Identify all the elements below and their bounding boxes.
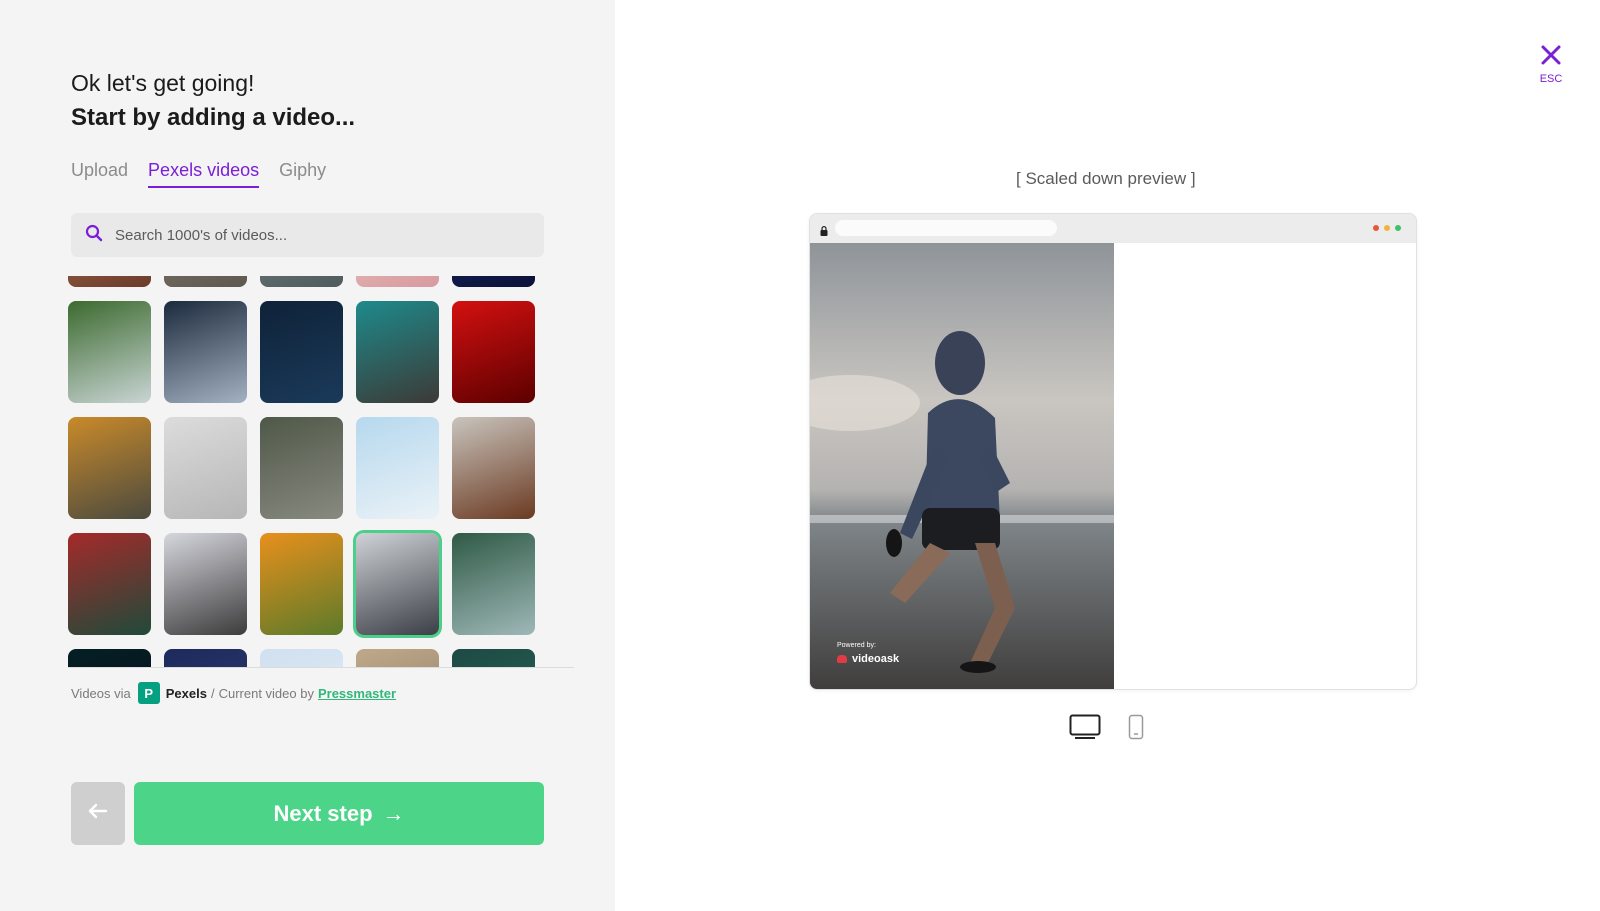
- author-link[interactable]: Pressmaster: [318, 686, 396, 701]
- address-bar: [835, 220, 1057, 236]
- video-thumbnail[interactable]: [260, 533, 343, 635]
- video-thumbnail[interactable]: [356, 417, 439, 519]
- tab-pexels-videos[interactable]: Pexels videos: [148, 160, 260, 188]
- video-thumbnail[interactable]: [68, 649, 151, 667]
- source-tabs: Upload Pexels videos Giphy: [71, 160, 326, 188]
- window-controls: [1373, 225, 1401, 231]
- video-grid: [68, 276, 574, 668]
- back-button[interactable]: [71, 782, 125, 845]
- video-thumbnail[interactable]: [356, 649, 439, 667]
- video-thumbnail[interactable]: [164, 301, 247, 403]
- powered-by-label: Powered by:: [837, 642, 876, 649]
- esc-label: ESC: [1539, 73, 1563, 85]
- search-box: [71, 213, 544, 257]
- video-thumbnail[interactable]: [164, 276, 247, 287]
- video-thumbnail[interactable]: [68, 533, 151, 635]
- search-input[interactable]: [115, 226, 515, 244]
- video-thumbnail[interactable]: [452, 649, 535, 667]
- next-step-label: Next step: [273, 800, 373, 826]
- intro-text: Ok let's get going!: [71, 70, 255, 96]
- window-dot-yellow: [1384, 225, 1390, 231]
- video-thumbnail[interactable]: [452, 533, 535, 635]
- pexels-logo-icon: P: [137, 682, 160, 704]
- videoask-brand: videoask: [837, 653, 899, 665]
- credits-prefix: Videos via: [71, 685, 131, 701]
- close-button[interactable]: ESC: [1533, 44, 1569, 85]
- arrow-right-icon: →: [382, 800, 405, 826]
- video-thumbnail[interactable]: [260, 301, 343, 403]
- video-thumbnail[interactable]: [68, 417, 151, 519]
- video-preview[interactable]: Powered by: videoask: [810, 243, 1114, 689]
- video-thumbnail[interactable]: [68, 276, 151, 287]
- provider-name: Pexels: [165, 685, 207, 701]
- credits-separator: /: [210, 685, 215, 701]
- device-toggle: [1069, 714, 1144, 740]
- videoask-logo-icon: [837, 655, 847, 663]
- arrow-left-icon: [88, 803, 108, 824]
- current-video-prefix: Current video by: [218, 685, 314, 701]
- brand-name: videoask: [852, 653, 900, 665]
- video-thumbnail[interactable]: [164, 649, 247, 667]
- preview-label: [ Scaled down preview ]: [1016, 169, 1196, 188]
- left-panel: Ok let's get going! Start by adding a vi…: [0, 0, 615, 911]
- window-dot-green: [1395, 225, 1401, 231]
- next-step-button[interactable]: Next step →: [134, 782, 544, 845]
- browser-toolbar: [810, 214, 1416, 243]
- video-thumbnail[interactable]: [260, 649, 343, 667]
- tab-giphy[interactable]: Giphy: [279, 160, 326, 188]
- video-thumbnail[interactable]: [164, 417, 247, 519]
- video-thumbnail[interactable]: [356, 301, 439, 403]
- close-icon: [1540, 45, 1562, 70]
- window-dot-red: [1373, 225, 1379, 231]
- video-thumbnail[interactable]: [260, 276, 343, 287]
- video-thumbnail[interactable]: [356, 276, 439, 287]
- video-thumbnail-selected[interactable]: [356, 533, 439, 635]
- search-icon: [85, 224, 103, 247]
- video-thumbnail[interactable]: [260, 417, 343, 519]
- video-thumbnail[interactable]: [164, 533, 247, 635]
- video-thumbnail[interactable]: [68, 301, 151, 403]
- desktop-icon[interactable]: [1069, 714, 1101, 740]
- video-credits: Videos via P Pexels / Current video by P…: [71, 682, 396, 704]
- mobile-icon[interactable]: [1128, 714, 1144, 740]
- tab-upload[interactable]: Upload: [71, 160, 128, 188]
- preview-browser-frame: Powered by: videoask: [809, 213, 1417, 690]
- page-title: Start by adding a video...: [71, 104, 356, 131]
- lock-icon: [820, 223, 828, 241]
- runner-video-frame: [810, 243, 1114, 689]
- video-thumbnail[interactable]: [452, 417, 535, 519]
- video-thumbnail[interactable]: [452, 301, 535, 403]
- video-thumbnail[interactable]: [452, 276, 535, 287]
